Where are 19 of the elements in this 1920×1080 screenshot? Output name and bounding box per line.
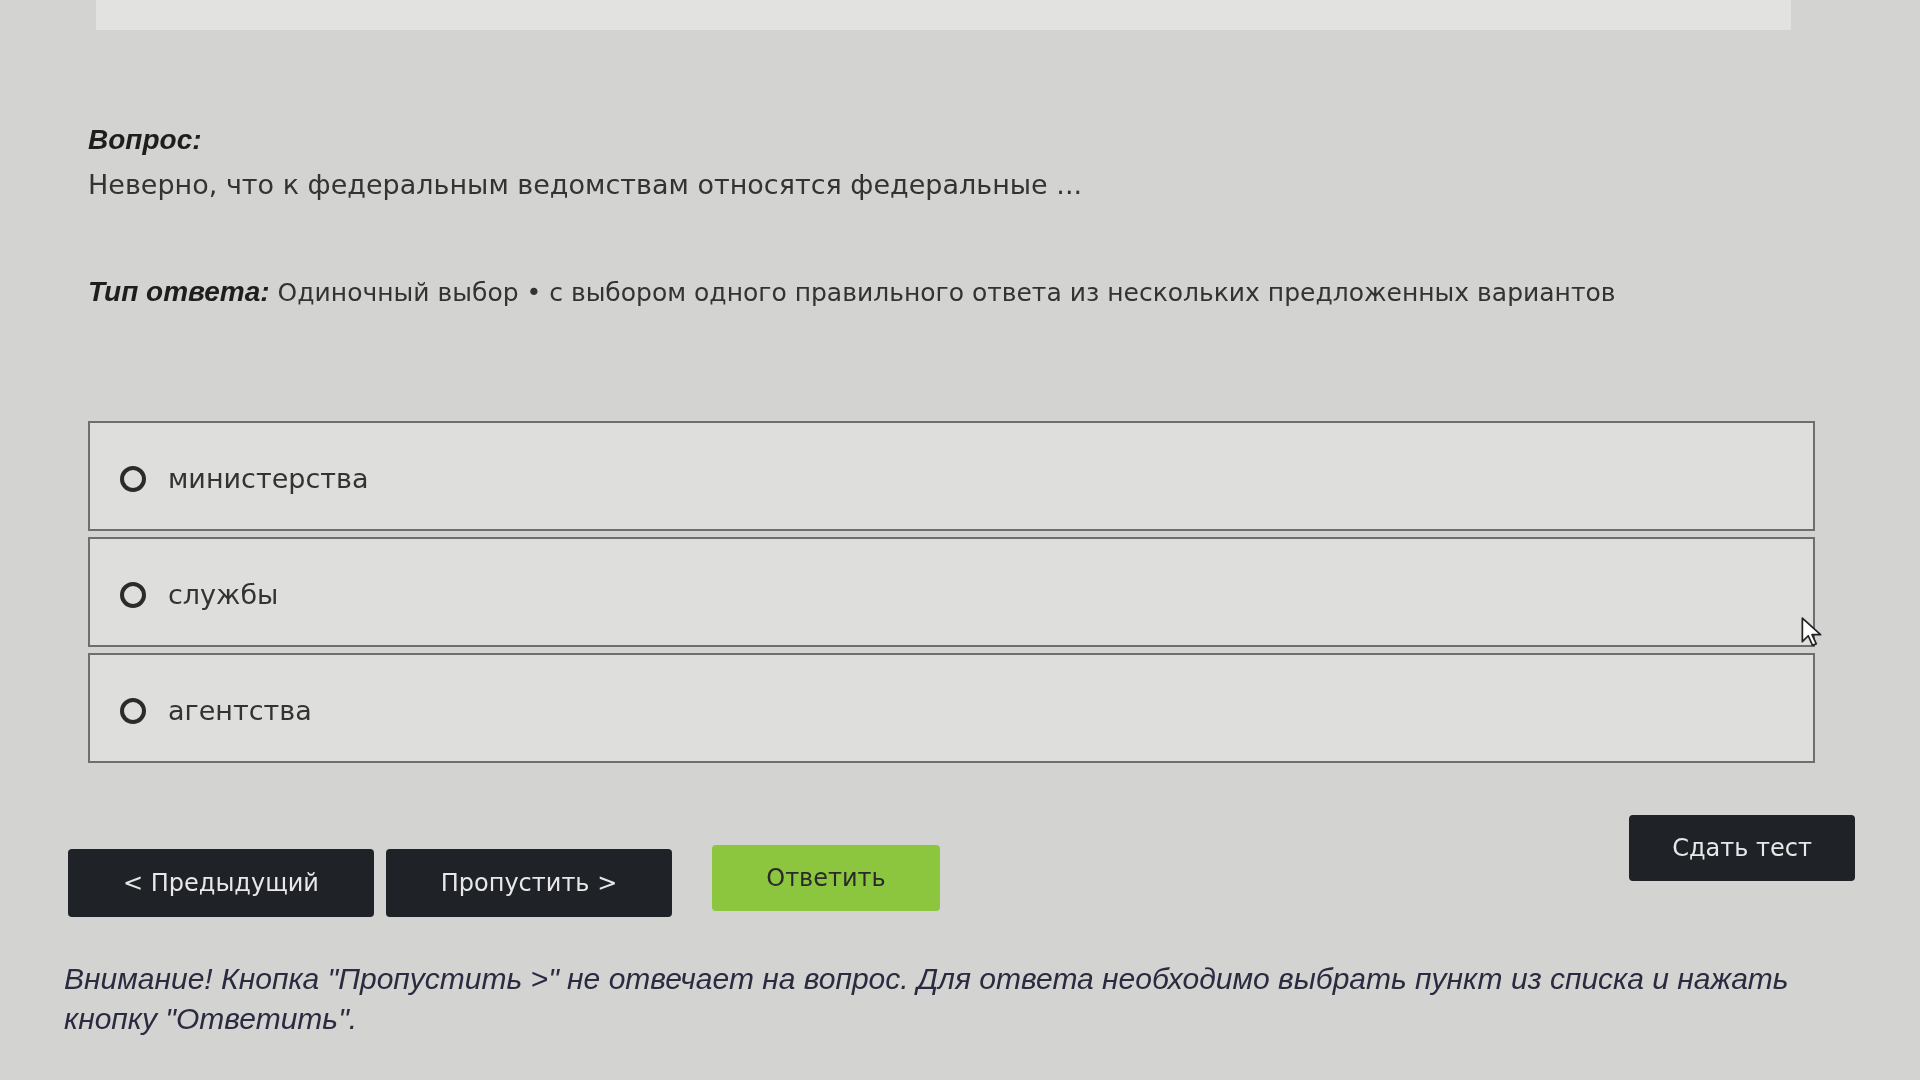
answer-option[interactable]: службы bbox=[88, 537, 1815, 647]
question-text: Неверно, что к федеральным ведомствам относятся федеральные ... bbox=[88, 168, 1084, 202]
answer-type-value: Одиночный выбор • с выбором одного правильного ответа из нескольких предложенных вариантов bbox=[277, 278, 1616, 307]
option-label: службы bbox=[168, 578, 279, 612]
radio-button[interactable] bbox=[120, 582, 146, 608]
cursor-icon bbox=[1801, 617, 1823, 647]
answer-button[interactable]: Ответить bbox=[712, 845, 940, 911]
question-label: Вопрос: bbox=[88, 123, 203, 157]
option-label: агентства bbox=[168, 694, 312, 728]
notice-text: Внимание! Кнопка "Пропустить >" не отвечает на вопрос. Для ответа необходимо выбрать пункт из списка и нажать кнопку "Ответить". bbox=[64, 961, 1790, 1037]
option-label: министерства bbox=[168, 462, 369, 496]
radio-button[interactable] bbox=[120, 466, 146, 492]
radio-button[interactable] bbox=[120, 698, 146, 724]
submit-test-button[interactable]: Сдать тест bbox=[1629, 815, 1855, 881]
answer-option[interactable]: агентства bbox=[88, 653, 1815, 763]
nav-button[interactable]: Пропустить > bbox=[386, 849, 672, 917]
nav-button[interactable]: < Предыдущий bbox=[68, 849, 374, 917]
answer-type-label: Тип ответа: bbox=[88, 276, 270, 307]
answer-option[interactable]: министерства bbox=[88, 421, 1815, 531]
